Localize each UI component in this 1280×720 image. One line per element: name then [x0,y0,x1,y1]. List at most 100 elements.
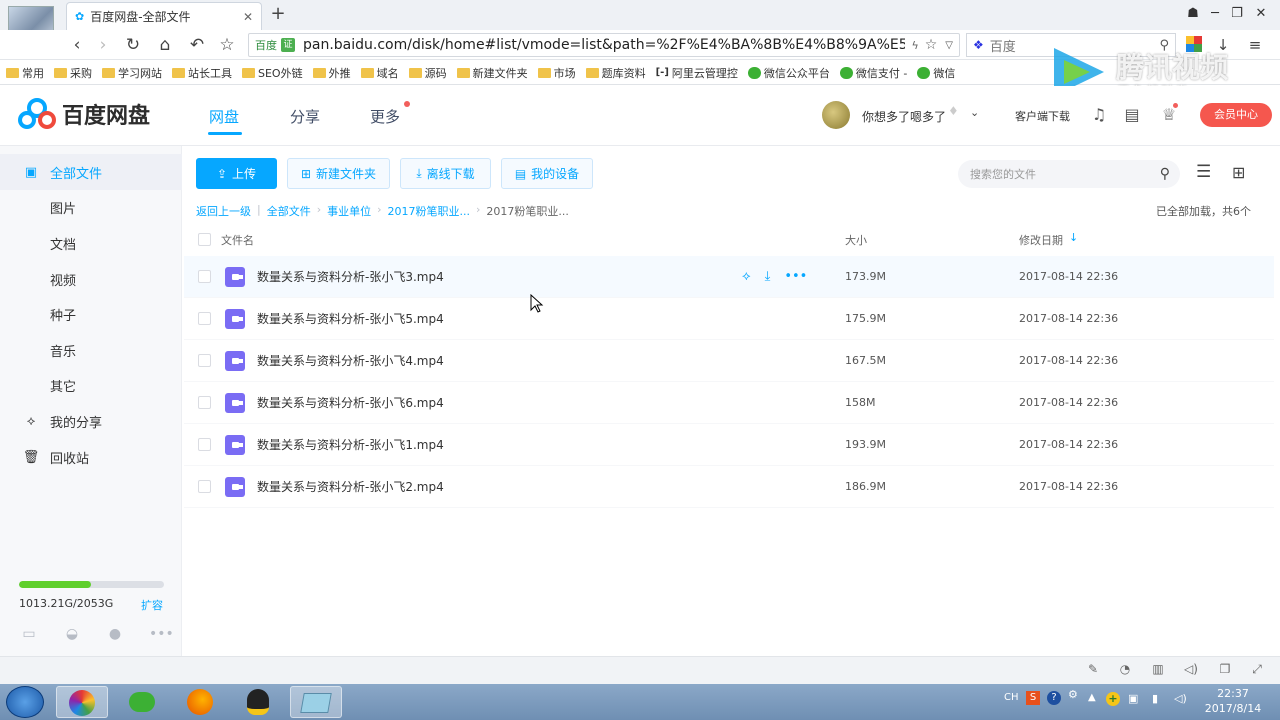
sort-icon[interactable]: ☰ [1196,162,1211,182]
sidebar-item-torrents[interactable]: 种子 [0,296,182,332]
bookmark-item[interactable]: 新建文件夹 [456,65,528,81]
address-bar[interactable]: 百度 证 pan.baidu.com/disk/home#list/vmode=… [248,33,960,57]
network-icon[interactable]: ▮ [1152,692,1158,705]
fullscreen-icon[interactable]: ⤢ [1249,662,1265,678]
vip-center-button[interactable]: 会员中心 [1200,103,1272,127]
table-row[interactable]: 数量关系与资料分析-张小飞5.mp4 175.9M 2017-08-14 22:… [184,298,1274,340]
android-icon[interactable]: ◒ [63,626,81,642]
sidebar-item-videos[interactable]: 视频 [0,261,182,297]
sidebar-item-docs[interactable]: 文档 [0,225,182,261]
row-checkbox[interactable] [198,270,211,283]
close-window-icon[interactable]: ✕ [1252,6,1270,22]
pin-icon[interactable]: ☗ [1184,6,1202,22]
bookmark-item[interactable]: 外推 [312,65,351,81]
ime-indicator[interactable]: CH [1004,692,1019,703]
upload-button[interactable]: ⇪ 上传 [196,158,277,189]
clipboard-icon[interactable]: ▤ [1121,104,1143,126]
new-folder-button[interactable]: ⊞ 新建文件夹 [287,158,390,189]
expand-storage-link[interactable]: 扩容 [141,597,163,613]
row-checkbox[interactable] [198,354,211,367]
back-icon[interactable]: ‹ [66,34,88,56]
bookmark-item[interactable]: 市场 [537,65,576,81]
breadcrumb-level1[interactable]: 事业单位 [327,203,371,219]
bookmark-item[interactable]: 源码 [408,65,447,81]
file-search-input[interactable]: 搜索您的文件 ⚲ [958,160,1180,188]
volume-icon[interactable]: ◁) [1183,662,1199,678]
taskbar-firefox[interactable] [174,686,226,718]
bookmark-item[interactable]: 学习网站 [102,65,162,81]
forward-icon[interactable]: › [92,34,114,56]
nav-tab-pan[interactable]: 网盘 [209,106,239,127]
help-icon[interactable]: ? [1047,691,1061,705]
bookmark-item[interactable]: 常用 [6,65,44,81]
breadcrumb-level2[interactable]: 2017粉笔职业... [388,203,470,219]
nav-tab-more[interactable]: 更多 [370,106,400,127]
sidebar-item-music[interactable]: 音乐 [0,332,182,368]
breadcrumb-back[interactable]: 返回上一级 [196,203,251,219]
volume-tray-icon[interactable]: ◁) [1174,692,1187,705]
table-row[interactable]: 数量关系与资料分析-张小飞4.mp4 167.5M 2017-08-14 22:… [184,340,1274,382]
download-icon[interactable]: ⤓ [765,269,771,284]
sidebar-item-recycle-bin[interactable]: 🗑 回收站 [0,439,182,475]
more-devices-icon[interactable]: ••• [149,626,174,642]
new-tab-icon[interactable]: + [268,4,288,24]
my-devices-button[interactable]: ▤ 我的设备 [501,158,593,189]
url-dropdown-icon[interactable]: ▽ [945,40,953,51]
star-icon[interactable]: ☆ [216,34,238,56]
file-name[interactable]: 数量关系与资料分析-张小飞5.mp4 [257,310,444,327]
more-icon[interactable]: ••• [784,269,807,284]
avatar[interactable] [822,101,850,129]
grid-view-icon[interactable]: ⊞ [1232,163,1245,182]
sidebar-item-my-shares[interactable]: ⟡ 我的分享 [0,403,182,439]
desktop-icon[interactable]: ▭ [20,626,38,642]
start-button[interactable] [6,686,44,718]
file-name[interactable]: 数量关系与资料分析-张小飞6.mp4 [257,394,444,411]
table-row[interactable]: 数量关系与资料分析-张小飞3.mp4 ⟡ ⤓ ••• 173.9M 2017-0… [184,256,1274,298]
search-icon[interactable]: ⚲ [1160,166,1170,182]
undo-icon[interactable]: ↶ [186,34,208,56]
user-name[interactable]: 你想多了嗯多了 [862,108,946,125]
home-icon[interactable]: ⌂ [154,34,176,56]
reload-icon[interactable]: ↻ [122,34,144,56]
bookmark-item[interactable]: 题库资料 [585,65,646,81]
file-name[interactable]: 数量关系与资料分析-张小飞1.mp4 [257,436,444,453]
taskbar-browser[interactable] [56,686,108,718]
table-row[interactable]: 数量关系与资料分析-张小飞6.mp4 158M 2017-08-14 22:36 [184,382,1274,424]
baidu-pan-logo[interactable]: 百度网盘 [18,98,150,130]
speed-icon[interactable]: ◔ [1117,662,1133,678]
column-date[interactable]: 修改日期 [1019,232,1063,248]
sort-arrow-down-icon[interactable]: ↓ [1069,231,1078,244]
offline-download-button[interactable]: ⤓ 离线下载 [400,158,491,189]
sidebar-item-other[interactable]: 其它 [0,367,182,403]
file-name[interactable]: 数量关系与资料分析-张小飞3.mp4 [257,268,444,285]
bookmark-item[interactable]: 微信 [917,65,955,81]
window-icon[interactable]: ❐ [1217,662,1233,678]
row-checkbox[interactable] [198,438,211,451]
settings-icon[interactable]: ⚙ [1068,688,1078,701]
column-size[interactable]: 大小 [845,232,867,248]
pin-icon[interactable]: ✎ [1085,662,1101,678]
chevron-down-icon[interactable]: ⌄ [970,106,979,119]
bookmark-star-icon[interactable]: ☆ [925,37,938,53]
row-checkbox[interactable] [198,480,211,493]
bookmark-item[interactable]: 域名 [360,65,399,81]
security-icon[interactable]: + [1106,692,1120,706]
bookmark-item[interactable]: 站长工具 [172,65,232,81]
sidebar-item-images[interactable]: 图片 [0,189,182,225]
browser-tab[interactable]: ✿ 百度网盘-全部文件 ✕ [66,2,262,30]
row-checkbox[interactable] [198,312,211,325]
url-text[interactable]: pan.baidu.com/disk/home#list/vmode=list&… [303,37,905,53]
usb-icon[interactable]: ▣ [1128,692,1138,705]
taskbar-window[interactable] [290,686,342,718]
tray-expand-icon[interactable]: ▲ [1088,692,1096,703]
sidebar-item-all-files[interactable]: ▣ 全部文件 [0,154,182,190]
apple-icon[interactable]: ● [106,626,124,642]
bookmark-item[interactable]: [-] 阿里云管理控 [656,65,738,81]
client-download-link[interactable]: 客户端下载 [1015,108,1070,124]
sogou-icon[interactable]: S [1026,691,1040,705]
taskbar-qq[interactable] [232,686,284,718]
bookmark-item[interactable]: 微信公众平台 [747,65,830,81]
file-name[interactable]: 数量关系与资料分析-张小飞2.mp4 [257,478,444,495]
bookmark-item[interactable]: SEO外链 [242,65,303,81]
table-row[interactable]: 数量关系与资料分析-张小飞1.mp4 193.9M 2017-08-14 22:… [184,424,1274,466]
